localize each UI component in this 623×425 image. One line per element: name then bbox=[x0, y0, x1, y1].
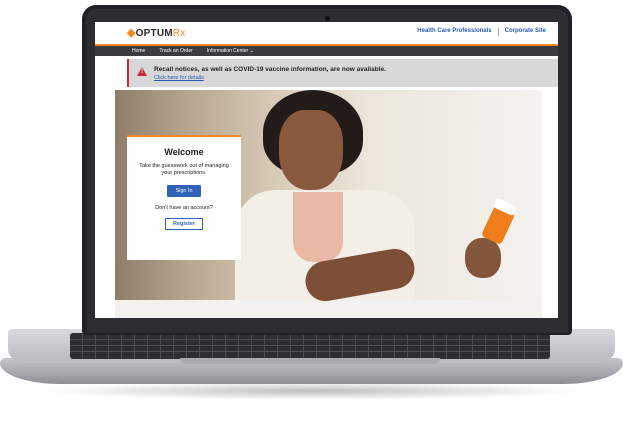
laptop-keyboard bbox=[70, 333, 550, 359]
recall-notice-banner: ! Recall notices, as well as COVID-19 va… bbox=[127, 59, 558, 87]
main-nav: Home Track an Order Information Center ⌄ bbox=[95, 46, 558, 56]
health-care-professionals-link[interactable]: Health Care Professionals bbox=[417, 28, 491, 36]
welcome-title: Welcome bbox=[164, 147, 204, 157]
keyboard-row bbox=[70, 351, 550, 352]
laptop-shadow bbox=[40, 382, 583, 400]
register-button[interactable]: Register bbox=[164, 218, 203, 230]
logo-suffix: Rx bbox=[172, 28, 186, 39]
welcome-card: Welcome Take the guesswork out of managi… bbox=[127, 135, 241, 260]
laptop-trackpad bbox=[180, 358, 440, 364]
notice-title: Recall notices, as well as COVID-19 vacc… bbox=[154, 66, 386, 73]
corporate-site-link[interactable]: Corporate Site bbox=[505, 28, 546, 36]
site-logo[interactable]: ◆OPTUMRx bbox=[127, 26, 185, 39]
camera-icon bbox=[325, 16, 330, 21]
notice-details-link[interactable]: Click here for details bbox=[154, 75, 204, 81]
sign-in-button[interactable]: Sign In bbox=[167, 185, 201, 197]
header-links: Health Care Professionals Corporate Site bbox=[417, 28, 546, 36]
nav-item-information-center[interactable]: Information Center ⌄ bbox=[207, 48, 254, 54]
optum-logo-icon: ◆ bbox=[127, 27, 136, 39]
no-account-text: Don't have an account? bbox=[155, 205, 213, 211]
logo-text: OPTUM bbox=[135, 28, 173, 39]
site-header: ◆OPTUMRx Health Care Professionals Corpo… bbox=[95, 22, 558, 46]
nav-item-home[interactable]: Home bbox=[132, 48, 145, 54]
hero-person-face bbox=[279, 110, 343, 190]
laptop-screen: ◆OPTUMRx Health Care Professionals Corpo… bbox=[95, 22, 558, 318]
keyboard-row bbox=[70, 345, 550, 346]
hero-table bbox=[115, 300, 542, 318]
nav-item-track-order[interactable]: Track an Order bbox=[159, 48, 192, 54]
header-link-divider bbox=[497, 28, 499, 36]
hero-person-hand bbox=[465, 238, 501, 278]
hero-person-blouse bbox=[293, 192, 343, 262]
keyboard-row bbox=[70, 339, 550, 340]
warning-exclamation: ! bbox=[141, 69, 143, 75]
welcome-subtitle: Take the guesswork out of managing your … bbox=[139, 163, 229, 176]
